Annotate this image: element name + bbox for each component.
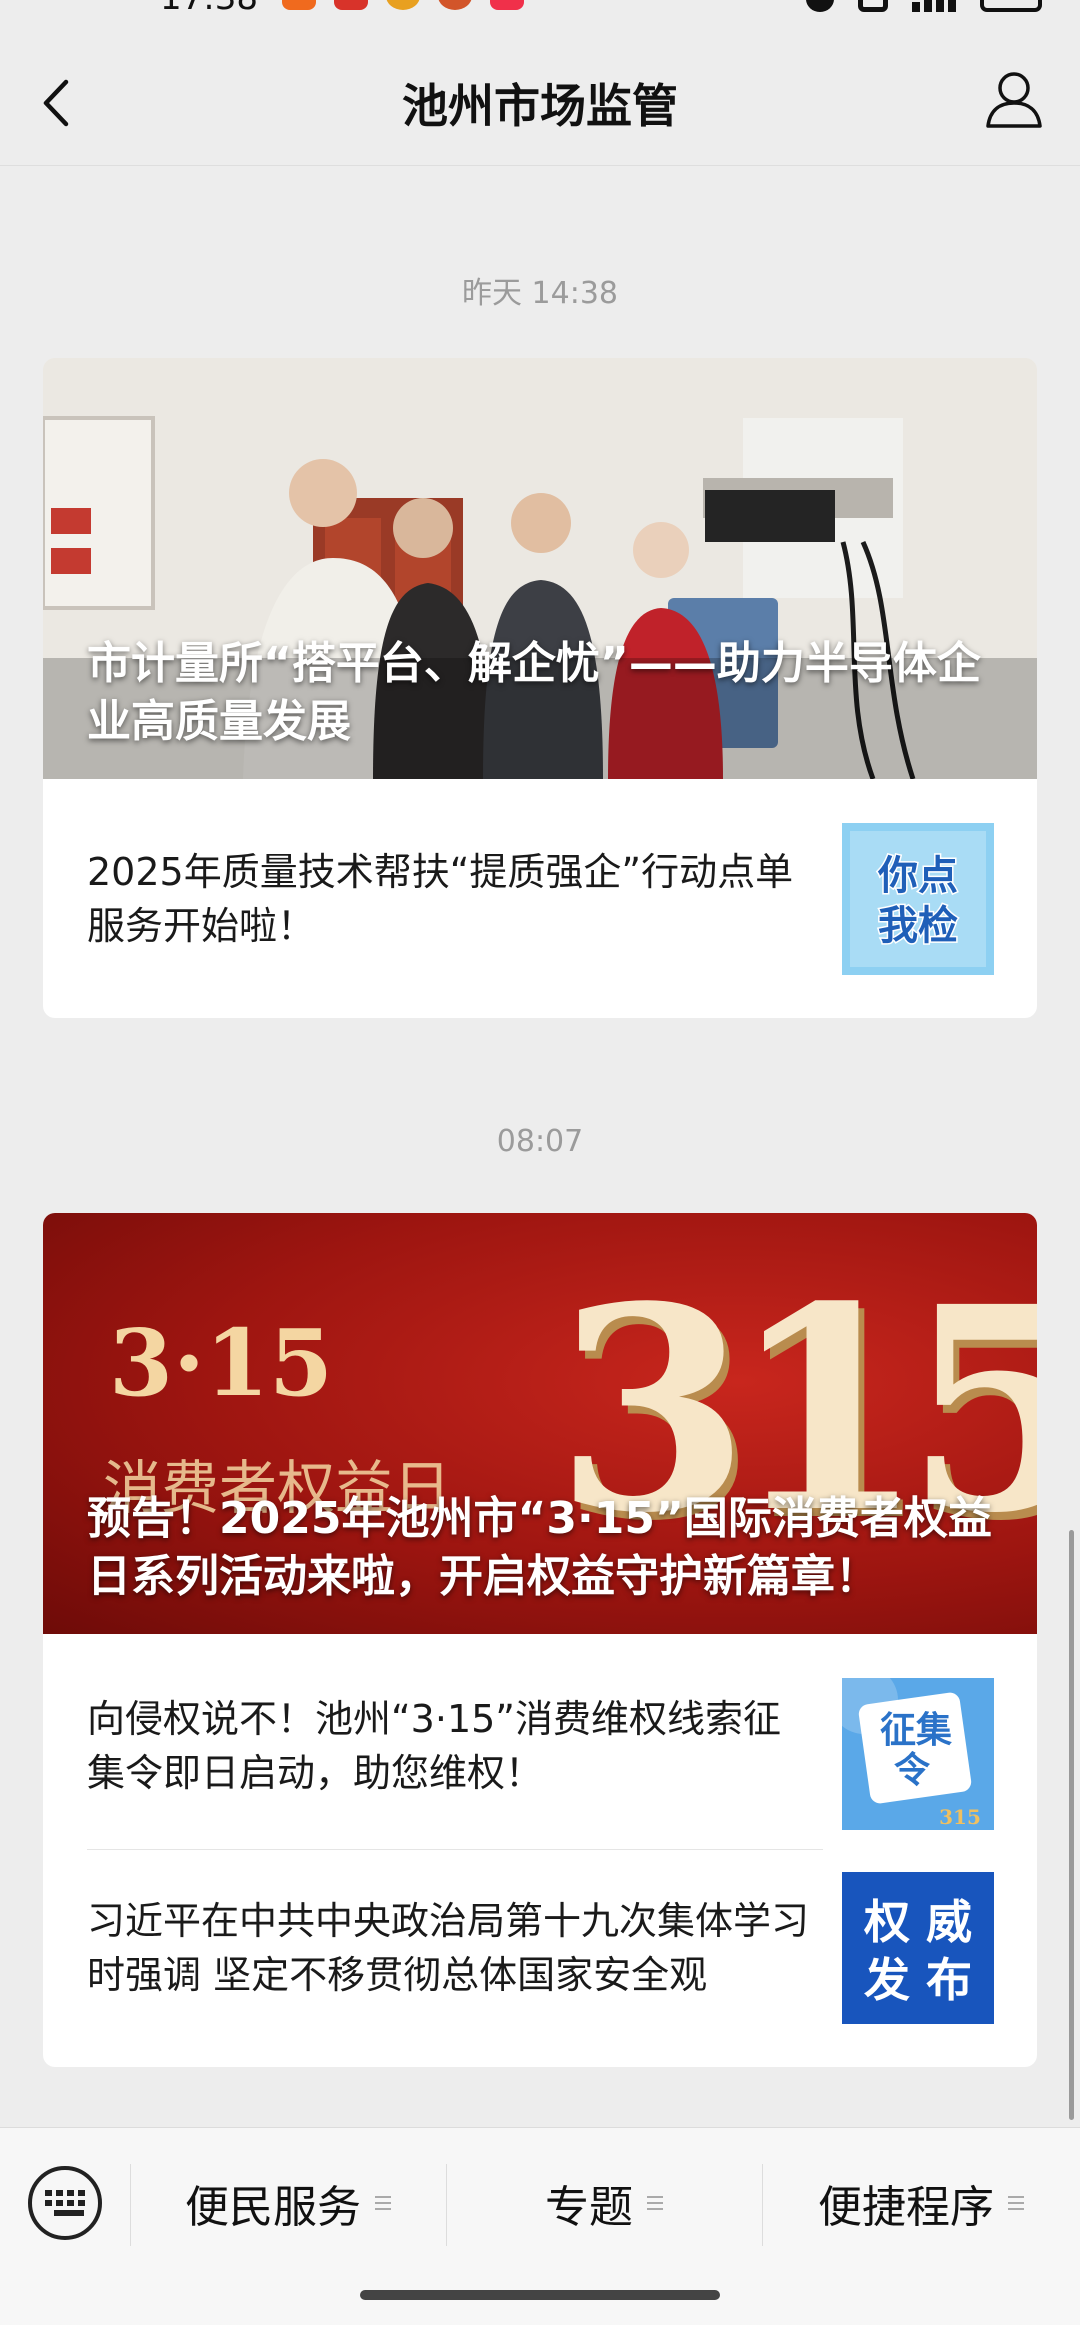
alarm-icon: [806, 0, 834, 12]
page-title: 池州市场监管: [402, 79, 678, 133]
app-notification-icon: [386, 0, 420, 10]
status-icons: [806, 0, 1042, 12]
thumbnail-text: 你点: [877, 853, 958, 899]
article-title: 习近平在中共中央政治局第十九次集体学习时强调 坚定不移贯彻总体国家安全观: [87, 1899, 810, 1997]
menu-label: 专题: [545, 2182, 633, 2233]
status-time: 17:38: [160, 0, 258, 18]
scrollbar[interactable]: [1069, 1530, 1074, 2120]
article-thumbnail: 你点 我检: [842, 823, 994, 975]
profile-icon[interactable]: [984, 68, 1044, 130]
article-card: 市计量所“搭平台、解企忧”——助力半导体企业高质量发展 2025年质量技术帮扶“…: [43, 358, 1037, 1018]
thumbnail-text: 令: [894, 1750, 931, 1791]
submenu-icon: [375, 2196, 391, 2210]
thumbnail-text: 发 布: [864, 1953, 972, 2007]
thumbnail-graphic: 你点 我检: [842, 823, 994, 975]
thumbnail-text: 我检: [878, 903, 958, 949]
message-timestamp: 08:07: [496, 1124, 584, 1159]
submenu-icon: [1008, 2196, 1024, 2210]
article-thumbnail: 权 威 发 布: [842, 1872, 994, 2024]
status-bar: 17:38: [0, 0, 1080, 40]
app-notification-icon: [438, 0, 472, 10]
article-card: 3·15 消费者权益日 315 预告！2025年池州市“3·15”国际消费者权益…: [43, 1213, 1037, 2067]
article-title: 2025年质量技术帮扶“提质强企”行动点单服务开始啦！: [87, 850, 794, 948]
article-list-page: 17:38 池州市场监管 昨天 14:38: [0, 0, 1080, 2325]
navigation-bar: 池州市场监管: [0, 40, 1080, 166]
article-cover[interactable]: 3·15 消费者权益日 315 预告！2025年池州市“3·15”国际消费者权益…: [43, 1213, 1037, 1634]
thumbnail-text: 征集: [880, 1710, 952, 1751]
message-timestamp: 昨天 14:38: [462, 276, 618, 311]
app-notification-icon: [490, 0, 524, 10]
article-cover[interactable]: 市计量所“搭平台、解企忧”——助力半导体企业高质量发展: [43, 358, 1037, 779]
submenu-icon: [647, 2196, 663, 2210]
menu-label: 便民服务: [185, 2182, 361, 2233]
thumbnail-text: 权 威: [863, 1895, 972, 1949]
article-list-item[interactable]: 习近平在中共中央政治局第十九次集体学习时强调 坚定不移贯彻总体国家安全观 权 威…: [43, 1850, 1037, 2067]
menu-item-quick-programs[interactable]: 便捷程序: [762, 2158, 1080, 2248]
thumbnail-graphic: 征集 令 315: [842, 1678, 994, 1830]
app-notification-icon: [334, 0, 368, 10]
article-title: 向侵权说不！池州“3·15”消费维权线索征集令即日启动，助您维权！: [87, 1697, 781, 1795]
battery-icon: [980, 0, 1042, 12]
article-list-item[interactable]: 向侵权说不！池州“3·15”消费维权线索征集令即日启动，助您维权！ 征集 令 3…: [43, 1634, 1037, 1850]
home-indicator[interactable]: [360, 2290, 720, 2300]
signal-icon: [912, 0, 956, 12]
keyboard-toggle-button[interactable]: [28, 2166, 102, 2240]
app-notification-icon: [282, 0, 316, 10]
article-thumbnail: 征集 令 315: [842, 1678, 994, 1830]
cover-headline: 市计量所“搭平台、解企忧”——助力半导体企业高质量发展: [87, 638, 981, 747]
banner-date-text: 3·15: [109, 1309, 334, 1417]
keyboard-icon: [45, 2190, 85, 2216]
menu-item-topics[interactable]: 专题: [446, 2158, 762, 2248]
article-list-item[interactable]: 2025年质量技术帮扶“提质强企”行动点单服务开始啦！ 你点 我检: [43, 779, 1037, 1018]
thumbnail-text: 315: [939, 1805, 981, 1829]
menu-item-convenience-service[interactable]: 便民服务: [130, 2158, 446, 2248]
menu-label: 便捷程序: [818, 2182, 994, 2233]
thumbnail-graphic: 权 威 发 布: [842, 1872, 994, 2024]
cover-headline: 预告！2025年池州市“3·15”国际消费者权益日系列活动来啦，开启权益守护新篇…: [87, 1493, 992, 1602]
nfc-icon: [858, 0, 888, 12]
